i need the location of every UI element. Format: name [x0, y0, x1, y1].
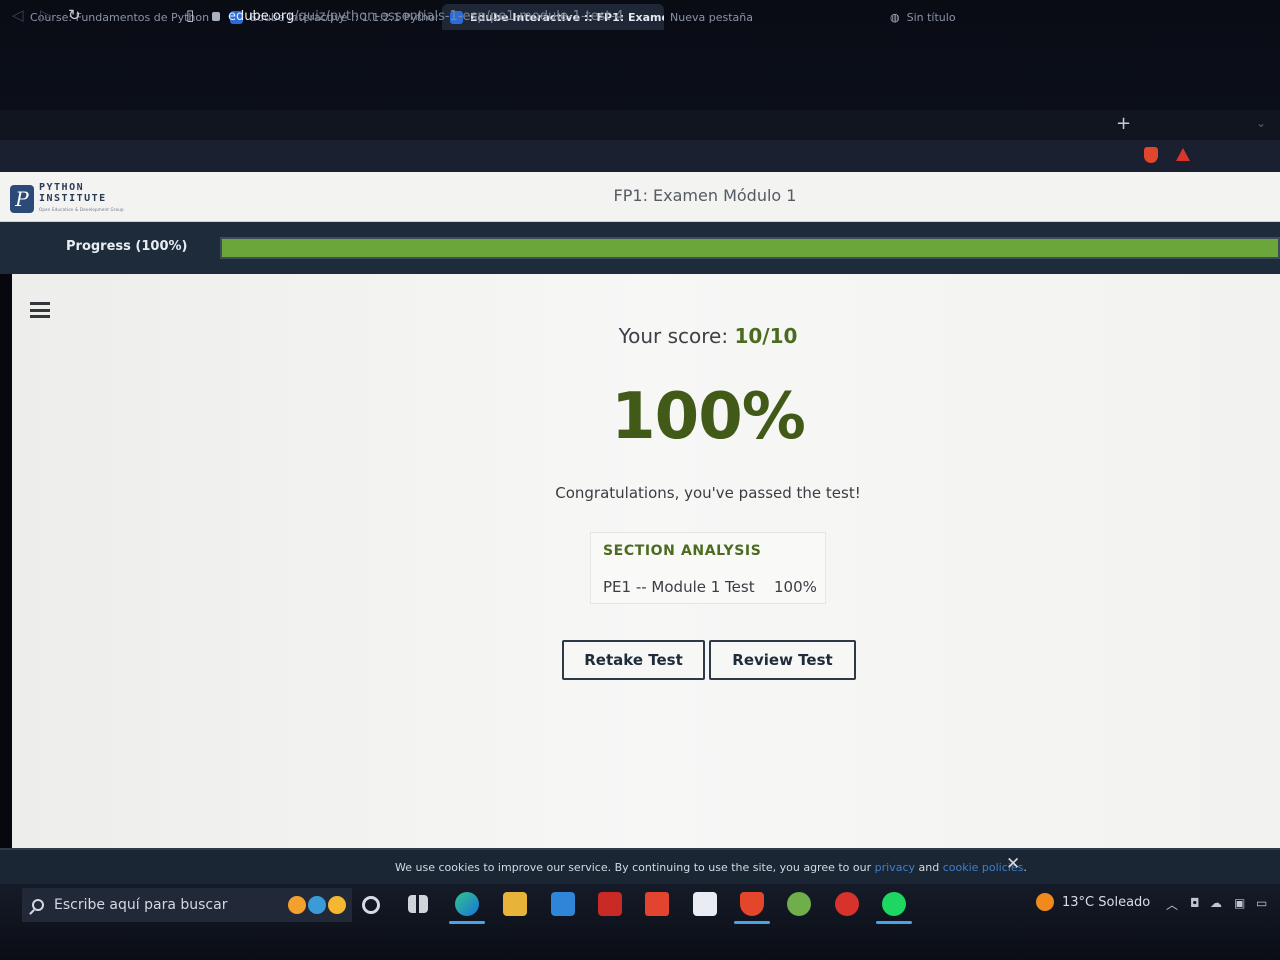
section-score: 100% [774, 578, 817, 596]
score-value: 10/10 [734, 324, 798, 348]
review-test-button[interactable]: Review Test [709, 640, 856, 680]
weather-widget[interactable]: 13°C Soleado [1036, 893, 1150, 911]
back-arrow-icon[interactable]: ◁ [12, 6, 24, 24]
tab-list-chevron-icon[interactable]: ⌄ [1256, 116, 1266, 130]
python-institute-logo[interactable]: P PYTHON INSTITUTE Open Education & Deve… [10, 182, 124, 215]
store-icon[interactable] [693, 892, 717, 916]
search-highlight-icon [288, 896, 346, 914]
retake-test-button[interactable]: Retake Test [562, 640, 705, 680]
meet-now-icon[interactable]: ◘ [1190, 896, 1200, 910]
onedrive-cloud-icon[interactable]: ☁ [1210, 896, 1222, 910]
address-bar[interactable]: edube.org /quiz/python-essentials-1-esp/… [212, 4, 1142, 28]
taskbar-search[interactable]: Escribe aquí para buscar [22, 888, 352, 922]
cookie-and: and [918, 861, 940, 874]
menu-hamburger-icon[interactable] [30, 302, 50, 318]
app-icon-red[interactable] [835, 892, 859, 916]
edge-active-indicator [449, 921, 485, 924]
cortana-icon[interactable] [362, 896, 380, 914]
sun-icon [1036, 893, 1054, 911]
progress-label: Progress (100%) [66, 239, 188, 254]
logo-badge-icon: P [10, 184, 34, 213]
pass-message: Congratulations, you've passed the test! [555, 484, 861, 502]
app-icon[interactable] [598, 892, 622, 916]
logo-line2: INSTITUTE [39, 193, 107, 204]
url-path: /quiz/python-essentials-1-esp/pe1-module… [294, 8, 624, 24]
search-placeholder: Escribe aquí para buscar [54, 897, 228, 913]
app-icon-green[interactable] [787, 892, 811, 916]
privacy-link[interactable]: privacy [875, 861, 915, 874]
browser-tab-strip [0, 110, 1280, 140]
tab-label: Course: Fundamentos de Python [30, 10, 210, 24]
brave-active-indicator [734, 921, 770, 924]
page-title: FP1: Examen Módulo 1 [613, 186, 797, 205]
score-label: Your score: [618, 324, 729, 348]
cookie-text: We use cookies to improve our service. B… [395, 861, 1027, 874]
logo-tagline: Open Education & Development Group [39, 207, 124, 212]
spotify-active-indicator [876, 921, 912, 924]
score-line: Your score: 10/10 [540, 324, 876, 348]
brave-shield-icon[interactable] [1144, 147, 1158, 163]
bookmark-icon[interactable]: ▯ [186, 6, 194, 24]
chevron-up-icon[interactable]: ︿ [1166, 896, 1178, 913]
score-percent: 100% [611, 380, 806, 454]
forward-arrow-icon[interactable]: ▷ [40, 6, 52, 24]
section-name: PE1 -- Module 1 Test [603, 578, 755, 596]
progress-fill [222, 239, 1278, 257]
lock-icon [212, 11, 220, 21]
close-cookie-icon[interactable]: ✕ [1006, 854, 1020, 874]
spotify-icon[interactable] [882, 892, 906, 916]
cookie-end: . [1023, 861, 1027, 874]
file-explorer-icon[interactable] [503, 892, 527, 916]
new-tab-plus-icon[interactable]: + [1116, 113, 1131, 134]
progress-bar [220, 237, 1280, 259]
section-analysis-title: SECTION ANALYSIS [603, 543, 762, 559]
weather-text: 13°C Soleado [1062, 894, 1151, 910]
task-view-icon[interactable] [408, 895, 428, 913]
cookie-message: We use cookies to improve our service. B… [395, 861, 872, 874]
office-icon[interactable] [645, 892, 669, 916]
search-icon [32, 899, 44, 911]
mail-icon[interactable] [551, 892, 575, 916]
reload-icon[interactable]: ↻ [68, 6, 81, 24]
edge-icon[interactable] [455, 892, 479, 916]
battery-icon[interactable]: ▭ [1256, 896, 1267, 910]
browser-toolbar [0, 140, 1280, 172]
display-icon[interactable]: ▣ [1234, 896, 1245, 910]
logo-line1: PYTHON [39, 182, 85, 193]
url-host: edube.org [228, 8, 295, 24]
brave-icon[interactable] [740, 892, 764, 916]
brave-rewards-icon[interactable] [1176, 148, 1190, 161]
